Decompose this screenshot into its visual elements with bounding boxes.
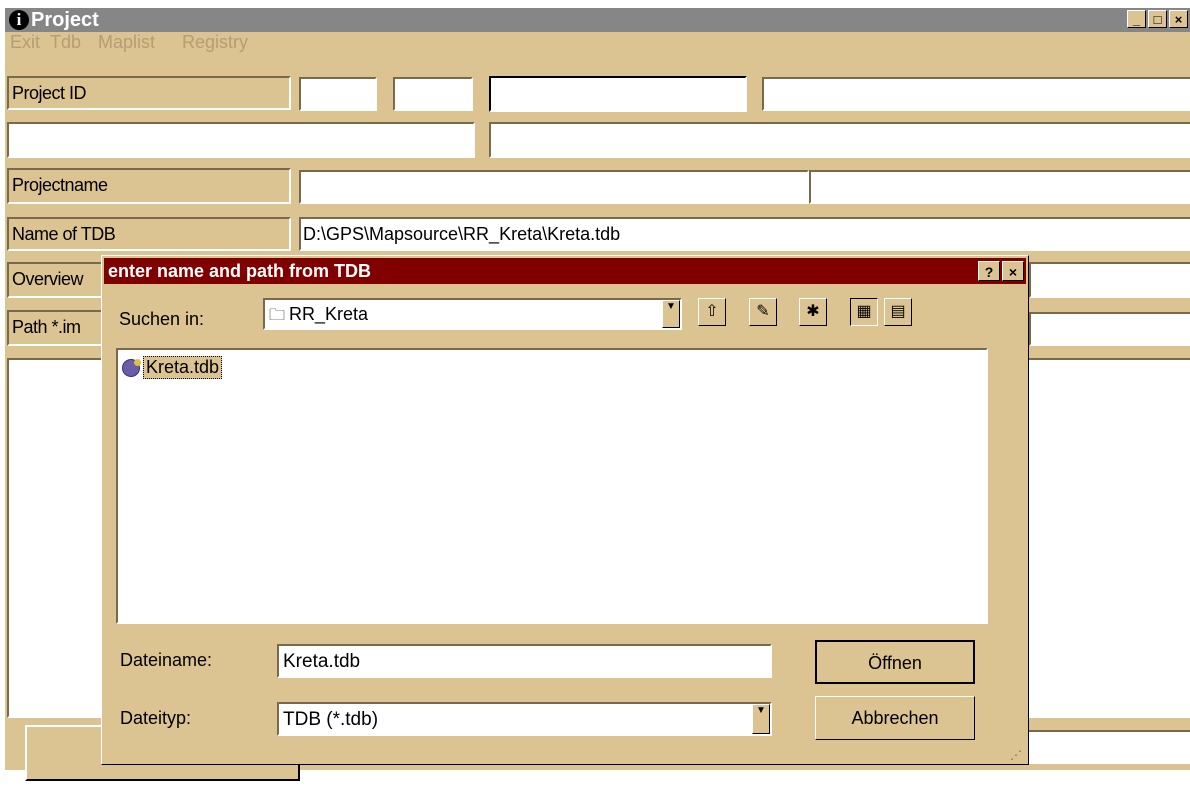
menu-bar: Exit Tdb Maplist Registry	[5, 32, 1190, 56]
menu-maplist[interactable]: Maplist	[98, 32, 155, 53]
project-id-label: Project ID	[7, 76, 291, 110]
help-button[interactable]: ?	[978, 261, 1000, 281]
projectname-label: Projectname	[7, 168, 291, 204]
chevron-down-icon[interactable]: ▼	[662, 300, 680, 328]
path-img-field[interactable]	[1029, 312, 1190, 346]
desktop-button[interactable]: ✎	[749, 298, 777, 326]
open-button[interactable]: Öffnen	[815, 640, 975, 684]
filetype-label: Dateityp:	[120, 708, 192, 728]
cancel-button[interactable]: Abbrechen	[815, 696, 975, 740]
look-in-label: Suchen in:	[119, 309, 205, 329]
project-id-field-1[interactable]	[299, 77, 377, 111]
minimize-button[interactable]: _	[1127, 10, 1146, 28]
maximize-button[interactable]: □	[1148, 10, 1167, 28]
project-id-field-4[interactable]	[762, 77, 1190, 111]
project-id-field-2[interactable]	[393, 77, 473, 111]
name-of-tdb-label: Name of TDB	[7, 217, 291, 251]
folder-up-icon: ⇧	[705, 303, 719, 320]
filename-label: Dateiname:	[120, 650, 213, 670]
projectname-field-2[interactable]	[809, 170, 1190, 204]
folder-icon: 🗀	[269, 307, 286, 324]
close-button[interactable]: ×	[1169, 10, 1188, 28]
info-icon: i	[9, 10, 29, 30]
filetype-select[interactable]: TDB (*.tdb) ▼	[277, 702, 772, 736]
menu-exit[interactable]: Exit	[10, 32, 40, 53]
dialog-titlebar[interactable]: enter name and path from TDB ? ×	[104, 258, 1026, 284]
look-in-value: RR_Kreta	[289, 304, 369, 324]
up-one-level-button[interactable]: ⇧	[698, 298, 726, 326]
chevron-down-icon[interactable]: ▼	[752, 704, 770, 734]
file-list[interactable]: Kreta.tdb	[116, 348, 988, 624]
desktop-icon: ✎	[756, 303, 770, 320]
name-of-tdb-field[interactable]: D:\GPS\Mapsource\RR_Kreta\Kreta.tdb	[299, 217, 1190, 251]
new-folder-icon: ✱	[806, 303, 820, 320]
filename-value: Kreta.tdb	[283, 651, 361, 672]
menu-tdb[interactable]: Tdb	[50, 32, 81, 53]
overview-label: Overview	[7, 262, 107, 298]
window-title: Project	[31, 9, 99, 31]
window-titlebar[interactable]: i Project _ □ ×	[5, 8, 1190, 32]
details-view-button[interactable]: ▤	[884, 298, 912, 326]
project-field-row2-2[interactable]	[489, 122, 1190, 158]
new-folder-button[interactable]: ✱	[799, 298, 827, 326]
list-item[interactable]: Kreta.tdb	[122, 356, 223, 379]
filename-input[interactable]: Kreta.tdb	[277, 644, 772, 678]
list-view-icon: ▦	[856, 303, 872, 320]
project-field-row2-1[interactable]	[7, 122, 475, 158]
menu-registry[interactable]: Registry	[182, 32, 248, 53]
filetype-value: TDB (*.tdb)	[283, 709, 379, 730]
dialog-title: enter name and path from TDB	[108, 261, 372, 281]
file-name: Kreta.tdb	[143, 356, 223, 379]
project-id-field-3[interactable]	[489, 76, 747, 112]
projectname-field[interactable]	[299, 170, 809, 204]
dialog-close-button[interactable]: ×	[1002, 261, 1024, 281]
overview-field[interactable]	[1029, 262, 1190, 298]
resize-grip[interactable]: ⋰	[1010, 748, 1024, 762]
details-view-icon: ▤	[890, 303, 906, 320]
list-view-button[interactable]: ▦	[850, 298, 878, 326]
path-img-label: Path *.im	[7, 310, 107, 346]
tdb-file-icon	[122, 358, 141, 377]
look-in-combo[interactable]: 🗀 RR_Kreta ▼	[263, 298, 682, 330]
